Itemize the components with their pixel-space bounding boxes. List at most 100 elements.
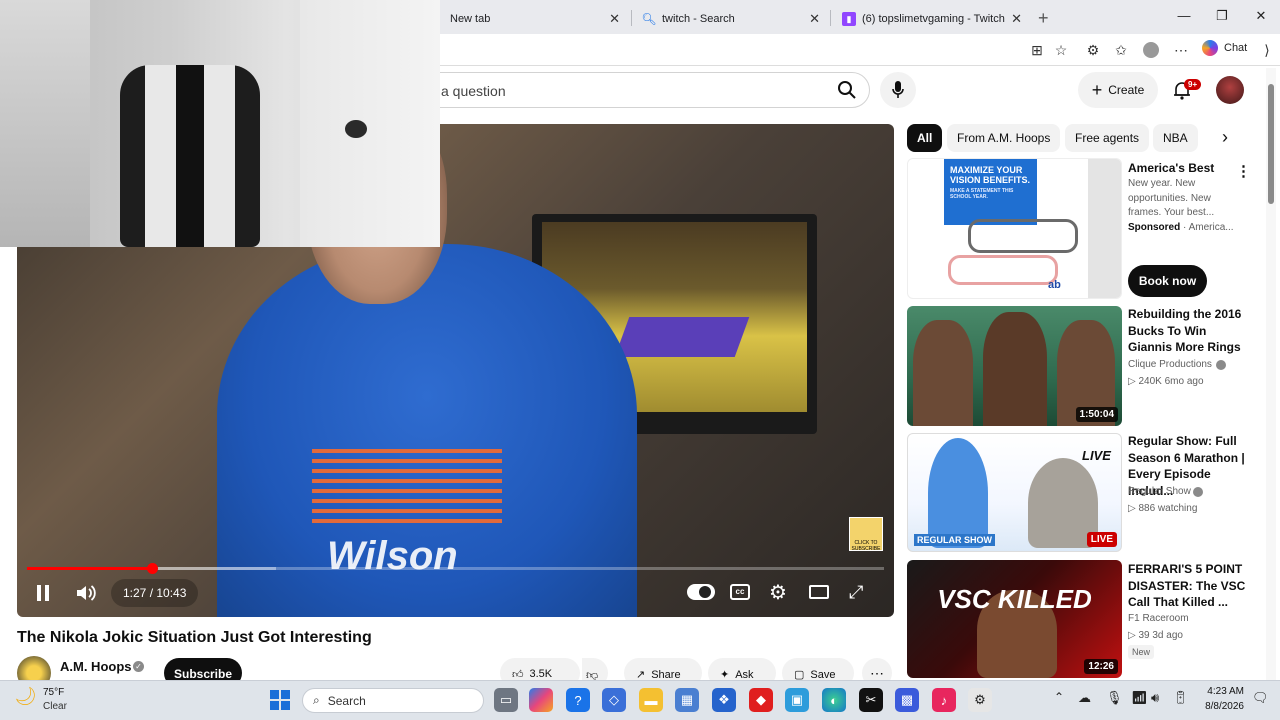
progress-track[interactable] (27, 563, 884, 574)
like-count: 3.5K (529, 668, 553, 680)
create-button[interactable]: + Create (1078, 72, 1158, 108)
notification-center-icon[interactable]: 🗨︎ (1252, 690, 1269, 706)
scrollbar-thumb[interactable] (1268, 84, 1274, 204)
channel-name[interactable]: A.M. Hoops (60, 659, 132, 674)
help-icon[interactable]: ? (566, 688, 590, 712)
tab-label: twitch - Search (662, 13, 735, 25)
rec-title[interactable]: Rebuilding the 2016 Bucks To Win Giannis… (1128, 306, 1248, 356)
door (300, 0, 440, 247)
weather-moon-icon[interactable]: 🌙︎ (14, 686, 37, 707)
app-icon[interactable]: ▩ (895, 688, 919, 712)
chip-all[interactable]: All (907, 124, 943, 152)
minimize-icon[interactable]: — (1174, 8, 1194, 23)
gaming-chair (120, 65, 260, 247)
capcut-icon[interactable]: ✂ (859, 688, 883, 712)
video-title: The Nikola Jokic Situation Just Got Inte… (17, 629, 372, 646)
play-icon: ▷ (1128, 503, 1139, 514)
app-icon[interactable]: ◇ (602, 688, 626, 712)
pause-icon[interactable] (29, 583, 57, 603)
rec-meta-text: 886 watching (1138, 503, 1198, 514)
tab-label: (6) topslimetvgaming - Twitch (862, 13, 1005, 25)
favorites-icon[interactable]: ✩ (1110, 40, 1132, 60)
copilot-chat-button[interactable]: Chat (1202, 40, 1247, 56)
taskbar-search[interactable]: ⌕ Search (302, 688, 484, 713)
edge-browser-icon[interactable]: ◐ (822, 688, 846, 712)
app-icon[interactable]: ▣ (785, 688, 809, 712)
dropbox-icon[interactable]: ❖ (712, 688, 736, 712)
clock-date[interactable]: 8/8/2026 (1200, 701, 1244, 712)
volume-icon[interactable]: 🔊︎ (1151, 690, 1159, 706)
chevron-right-icon[interactable]: › (1222, 127, 1228, 148)
close-icon[interactable]: ✕ (809, 11, 820, 27)
scrollbar[interactable] (1266, 68, 1276, 680)
store-icon[interactable]: ▦ (675, 688, 699, 712)
extensions-icon[interactable]: ⚙ (1082, 40, 1104, 60)
chip-free-agents[interactable]: Free agents (1065, 124, 1150, 152)
maximize-icon[interactable]: ❐ (1212, 8, 1232, 24)
start-windows-icon[interactable] (270, 690, 290, 710)
rec-title[interactable]: FERRARI'S 5 POINT DISASTER: The VSC Call… (1128, 561, 1248, 611)
wifi-icon[interactable]: 📶︎ (1131, 690, 1148, 706)
scrubber-handle[interactable] (147, 563, 159, 574)
profile-icon[interactable] (1140, 40, 1162, 60)
copilot-app-icon[interactable] (529, 688, 553, 712)
window-close-icon[interactable]: ✕ (1251, 8, 1271, 24)
app-icon[interactable]: ◆ (749, 688, 773, 712)
rec-channel[interactable]: Regular Show (1128, 486, 1191, 497)
tray-chevron-icon[interactable]: ⌃ (1054, 690, 1064, 704)
tab-twitch-search[interactable]: 🔍︎ twitch - Search ✕ (632, 4, 830, 34)
duration-badge: 12:26 (1084, 659, 1118, 674)
close-icon[interactable]: ✕ (609, 11, 620, 27)
avatar[interactable] (1216, 76, 1244, 104)
video-thumbnail[interactable]: LIVE REGULAR SHOW LIVE (907, 433, 1122, 552)
autoplay-toggle[interactable] (687, 584, 715, 600)
door-knob (345, 120, 367, 138)
search-icon[interactable] (837, 80, 857, 105)
video-thumbnail[interactable]: 1:50:04 (907, 306, 1122, 426)
verified-icon (1193, 487, 1203, 497)
onedrive-icon[interactable]: ☁ (1078, 690, 1091, 706)
thumb-headline: VSC KILLED (937, 584, 1092, 614)
book-now-button[interactable]: Book now (1128, 265, 1207, 297)
task-view-icon[interactable]: ▭ (494, 688, 518, 712)
captions-icon[interactable]: cc (730, 584, 750, 600)
new-tab-icon[interactable]: + (1038, 8, 1049, 29)
file-explorer-icon[interactable]: ▬ (639, 688, 663, 712)
ad-more-icon[interactable]: ⋮ (1236, 162, 1251, 180)
advertiser-name: America... (1188, 222, 1234, 233)
tab-twitch[interactable]: ▮ (6) topslimetvgaming - Twitch ✕ (832, 4, 1032, 34)
search-input[interactable]: a question (420, 72, 870, 108)
close-icon[interactable]: ✕ (1011, 11, 1022, 27)
rec-channel[interactable]: F1 Raceroom (1128, 613, 1189, 624)
chat-label: Chat (1224, 42, 1248, 54)
play-icon: ▷ (1128, 376, 1139, 387)
mordecai-figure (928, 438, 988, 548)
tab-new-tab[interactable]: New tab ✕ (440, 4, 630, 34)
ad-thumb-banner: MAXIMIZE YOUR VISION BENEFITS. MAKE A ST… (944, 159, 1037, 225)
chip-nba[interactable]: NBA (1153, 124, 1198, 152)
rec-channel[interactable]: Clique Productions (1128, 359, 1212, 370)
apps-icon[interactable]: ⊞ (1026, 40, 1048, 60)
video-thumbnail[interactable]: VSC KILLED 12:26 (907, 560, 1122, 678)
chip-from-channel[interactable]: From A.M. Hoops (947, 124, 1061, 152)
voice-search-icon[interactable] (880, 72, 916, 108)
rec-meta-text: 240K 6mo ago (1138, 376, 1204, 387)
battery-icon[interactable]: 🔋︎ (1172, 690, 1189, 706)
microphone-icon[interactable]: 🎙︎ (1106, 690, 1123, 706)
fullscreen-icon[interactable]: ⤢ (849, 582, 863, 603)
subscribe-watermark[interactable]: CLICK TO SUBSCRIBE (849, 517, 883, 552)
volume-icon[interactable] (75, 583, 101, 603)
more-menu-icon[interactable]: ⋯ (1170, 40, 1192, 60)
favorite-star-icon[interactable]: ☆ (1050, 40, 1072, 60)
tiktok-icon[interactable]: ♪ (932, 688, 956, 712)
app-icon[interactable]: ⚙ (968, 688, 992, 712)
clock-time[interactable]: 4:23 AM (1200, 686, 1244, 697)
settings-gear-icon[interactable]: ⚙ (769, 580, 787, 605)
search-placeholder: a question (441, 83, 506, 99)
ad-thumbnail[interactable]: MAXIMIZE YOUR VISION BENEFITS. MAKE A ST… (907, 158, 1122, 299)
progress-fill (27, 567, 153, 570)
sidebar-toggle-icon[interactable]: ⟩ (1256, 40, 1278, 60)
ad-thumb-headline: MAXIMIZE YOUR VISION BENEFITS. (950, 165, 1031, 185)
theater-mode-icon[interactable] (809, 585, 829, 599)
ad-title[interactable]: America's Best (1128, 160, 1248, 177)
